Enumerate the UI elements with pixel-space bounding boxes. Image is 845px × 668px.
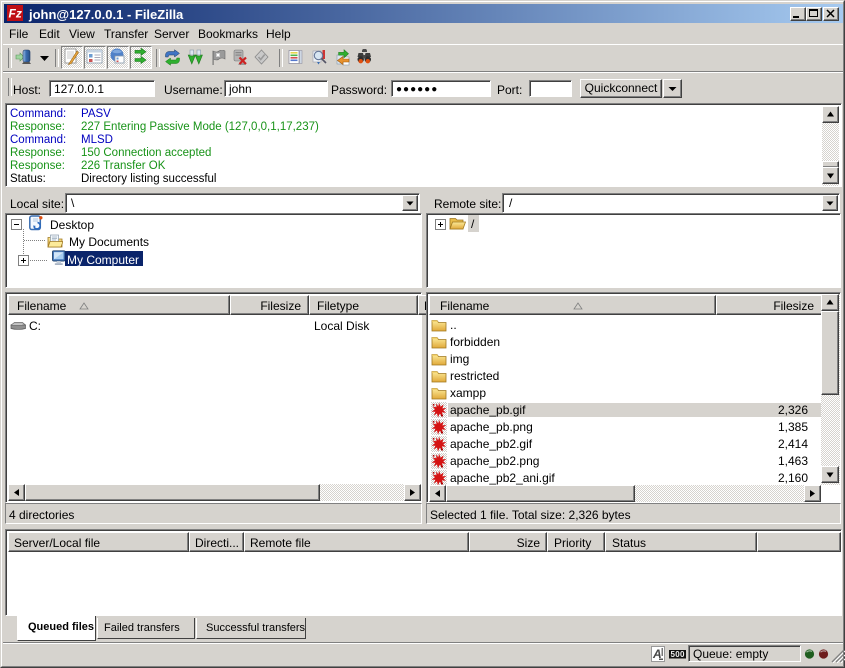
svg-text:Fz: Fz	[9, 7, 22, 21]
svg-text:500: 500	[671, 650, 686, 659]
